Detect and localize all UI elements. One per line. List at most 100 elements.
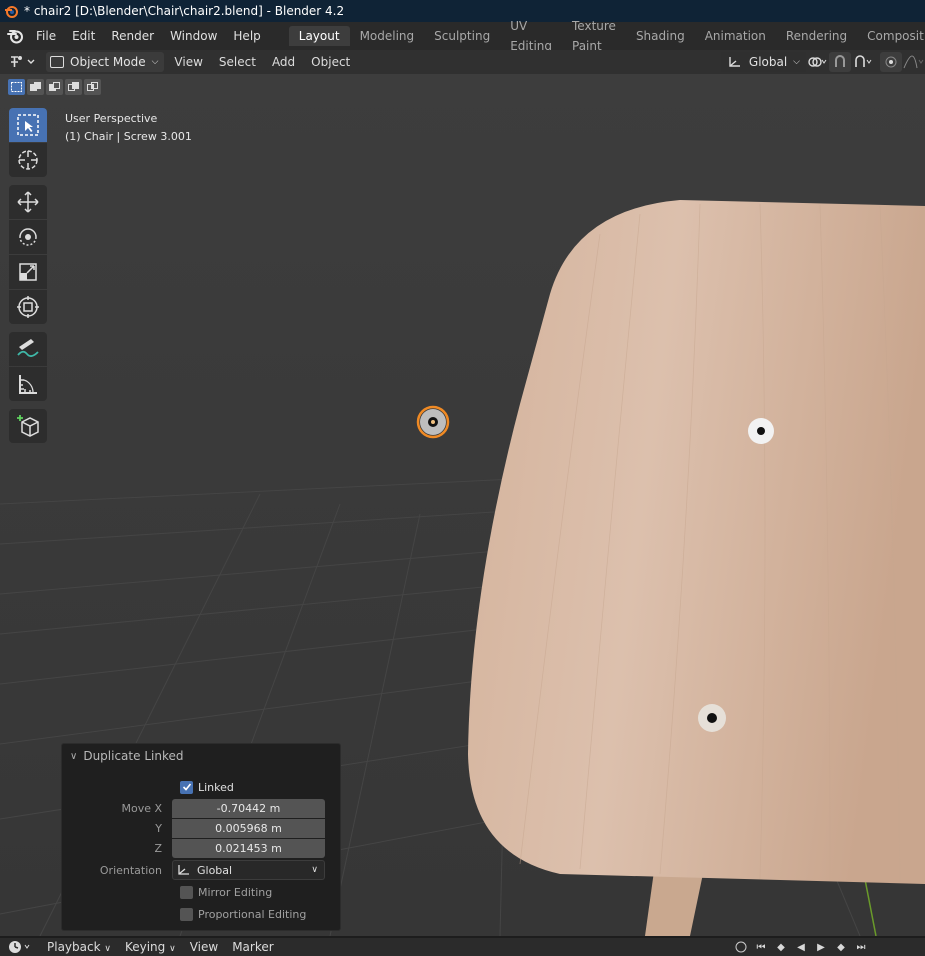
- next-keyframe-icon[interactable]: ◆: [833, 940, 849, 954]
- annotate-tool[interactable]: [9, 332, 47, 366]
- rotate-icon: [19, 228, 37, 246]
- cursor-icon: [18, 150, 38, 170]
- move-x-label: Move X: [121, 801, 162, 815]
- clock-icon: [9, 941, 30, 953]
- cursor-tool[interactable]: [9, 143, 47, 177]
- measure-ruler-icon: [19, 375, 37, 394]
- viewport-menu-select[interactable]: Select: [213, 55, 262, 69]
- play-icon[interactable]: ▶: [813, 940, 829, 954]
- orientation-gizmo-icon: [729, 57, 740, 67]
- duplicate-linked-panel: ∨ Duplicate Linked Linked Move X -0.7044…: [61, 743, 341, 931]
- mirror-editing-checkbox[interactable]: [180, 885, 193, 899]
- panel-header[interactable]: ∨ Duplicate Linked: [62, 744, 340, 768]
- orientation-label: Global: [748, 55, 788, 69]
- chevron-down-icon: ⌵: [793, 57, 800, 67]
- rotate-tool[interactable]: [9, 220, 47, 254]
- move-z-field[interactable]: 0.021453 m: [172, 838, 325, 858]
- mirror-editing-label: Mirror Editing: [198, 885, 273, 899]
- menu-help[interactable]: Help: [225, 22, 268, 50]
- menu-file[interactable]: File: [28, 22, 64, 50]
- timeline-menu-view[interactable]: View: [183, 940, 225, 954]
- object-mode-dropdown[interactable]: Object Mode ⌵: [46, 52, 165, 72]
- tab-modeling[interactable]: Modeling: [350, 26, 425, 46]
- select-extend-icon[interactable]: [27, 79, 44, 95]
- tab-rendering[interactable]: Rendering: [776, 26, 857, 46]
- falloff-curve-icon[interactable]: [903, 52, 925, 72]
- tab-sculpting[interactable]: Sculpting: [424, 26, 500, 46]
- object-mode-icon: [50, 56, 64, 68]
- select-invert-icon[interactable]: [65, 79, 82, 95]
- select-box-icon: [17, 114, 39, 136]
- timeline-menu-keying[interactable]: Keying ∨: [118, 940, 183, 954]
- proportional-editing-label: Proportional Editing: [198, 907, 307, 921]
- proportional-editing-icon[interactable]: [880, 52, 902, 72]
- tab-animation[interactable]: Animation: [695, 26, 776, 46]
- timeline-header: Playback ∨ Keying ∨ View Marker ⏮ ◆ ◀ ▶ …: [0, 938, 925, 956]
- select-subtract-icon[interactable]: [46, 79, 63, 95]
- viewport-menu-add[interactable]: Add: [266, 55, 301, 69]
- viewport-menu-object[interactable]: Object: [305, 55, 356, 69]
- select-new-icon[interactable]: [8, 79, 25, 95]
- snap-toggle-icon[interactable]: [829, 52, 851, 72]
- viewport-menu-view[interactable]: View: [168, 55, 208, 69]
- play-reverse-icon[interactable]: ◀: [793, 940, 809, 954]
- window-title: * chair2 [D:\Blender\Chair\chair2.blend]…: [24, 4, 345, 18]
- proportional-editing-checkbox[interactable]: [180, 907, 193, 921]
- snap-target-icon[interactable]: [852, 52, 874, 72]
- menu-edit[interactable]: Edit: [64, 22, 103, 50]
- prev-keyframe-icon[interactable]: ◆: [773, 940, 789, 954]
- transform-orientation-dropdown[interactable]: Global ⌵: [720, 52, 806, 72]
- linked-checkbox[interactable]: [180, 780, 193, 794]
- auto-keying-icon[interactable]: [733, 940, 749, 954]
- mirror-editing-row: Mirror Editing: [62, 882, 342, 902]
- playback-controls: ⏮ ◆ ◀ ▶ ◆ ⏭: [733, 938, 869, 956]
- editor-type-button[interactable]: [6, 52, 40, 72]
- viewport-header: Object Mode ⌵ View Select Add Object Glo…: [0, 50, 925, 74]
- viewport-header-right: Global ⌵: [720, 50, 925, 74]
- orientation-value: Global: [197, 863, 233, 877]
- proportional-editing-row: Proportional Editing: [62, 904, 342, 924]
- timeline-menu-playback[interactable]: Playback ∨: [40, 940, 118, 954]
- perspective-label: User Perspective: [65, 112, 158, 125]
- tab-shading[interactable]: Shading: [626, 26, 695, 46]
- jump-start-icon[interactable]: ⏮: [753, 940, 769, 954]
- scale-icon: [19, 263, 37, 281]
- tab-compositing[interactable]: Compositing: [857, 26, 925, 46]
- tab-layout[interactable]: Layout: [288, 26, 350, 46]
- move-icon: [17, 191, 39, 213]
- viewport-overlay-text: User Perspective (1) Chair | Screw 3.001: [65, 110, 192, 146]
- menu-render[interactable]: Render: [103, 22, 162, 50]
- tool-shelf: [9, 108, 47, 444]
- blender-logo-icon[interactable]: [6, 25, 24, 47]
- transform-tool[interactable]: [9, 290, 47, 324]
- chevron-down-icon: ∨: [311, 865, 318, 875]
- move-y-row: Y 0.005968 m: [62, 818, 342, 838]
- move-tool[interactable]: [9, 185, 47, 219]
- top-menu-bar: File Edit Render Window Help Layout Mode…: [0, 19, 925, 53]
- active-object-label: (1) Chair | Screw 3.001: [65, 130, 192, 143]
- select-intersect-icon[interactable]: [84, 79, 101, 95]
- jump-end-icon[interactable]: ⏭: [853, 940, 869, 954]
- timeline-menu-marker[interactable]: Marker: [225, 940, 280, 954]
- pivot-point-icon[interactable]: [806, 52, 828, 72]
- editor-type-icon: [11, 56, 35, 67]
- menu-window[interactable]: Window: [162, 22, 225, 50]
- chevron-down-icon: ∨: [104, 944, 111, 954]
- orientation-dropdown[interactable]: Global ∨: [172, 860, 325, 880]
- transform-icon: [17, 296, 39, 318]
- timeline-editor-type[interactable]: [8, 940, 40, 954]
- scale-tool[interactable]: [9, 255, 47, 289]
- measure-tool[interactable]: [9, 367, 47, 401]
- orientation-label: Orientation: [99, 863, 162, 877]
- add-cube-tool[interactable]: [9, 409, 47, 443]
- select-box-tool[interactable]: [9, 108, 47, 142]
- add-cube-icon: [17, 415, 39, 437]
- move-z-row: Z 0.021453 m: [62, 838, 342, 858]
- 3d-viewport[interactable]: User Perspective (1) Chair | Screw 3.001: [0, 74, 925, 936]
- move-x-field[interactable]: -0.70442 m: [172, 798, 325, 818]
- chevron-down-icon: ∨: [70, 750, 78, 762]
- object-mode-label: Object Mode: [70, 55, 146, 69]
- orientation-gizmo-icon: [178, 865, 189, 875]
- panel-title: Duplicate Linked: [83, 749, 184, 763]
- move-y-field[interactable]: 0.005968 m: [172, 818, 325, 838]
